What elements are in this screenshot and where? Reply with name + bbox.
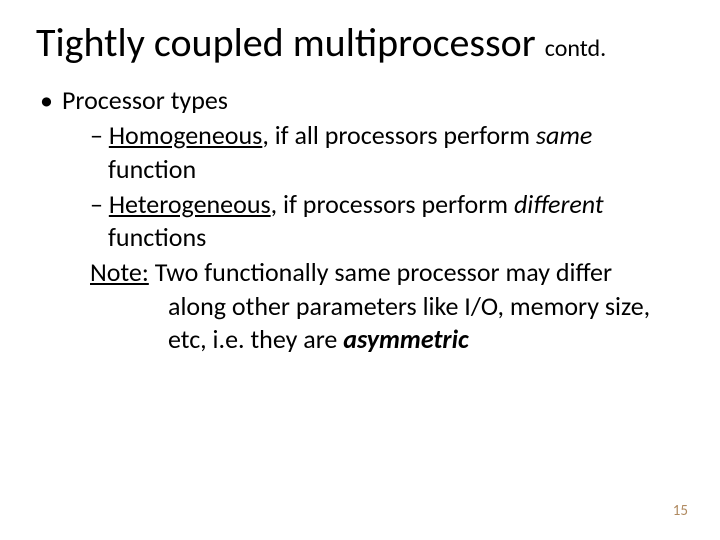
title-main: Tightly coupled multiprocessor [36,18,545,67]
slide: Tightly coupled multiprocessor contd. Pr… [0,0,720,540]
text: etc, i.e. they are [168,323,343,355]
word-asymmetric: asymmetric [343,323,468,355]
bullet-processor-types: Processor types – Homogeneous, if all pr… [40,84,684,356]
text: function [108,153,196,185]
note-label: Note: [90,256,149,288]
page-number: 15 [673,502,688,520]
bullet-list: Processor types – Homogeneous, if all pr… [36,84,684,356]
slide-title: Tightly coupled multiprocessor contd. [36,20,684,66]
dash: – [90,119,109,151]
word-same: same [536,119,592,151]
term-homogeneous: Homogeneous [109,119,263,151]
title-suffix: contd. [545,34,606,63]
note-line2b: etc, i.e. they are asymmetric [168,323,684,356]
word-different: different [514,188,604,220]
term-heterogeneous: Heterogeneous [109,188,271,220]
bullet-text: Processor types [62,84,228,116]
sub-list: – Homogeneous, if all processors perform… [62,119,684,356]
dash: – [90,188,109,220]
note-line2a: along other parameters like I/O, memory … [168,290,684,323]
text: functions [108,221,206,253]
text: , if processors perform [271,188,514,220]
text: , if all processors perform [262,119,536,151]
sub-homogeneous: – Homogeneous, if all processors perform… [108,119,684,186]
sub-heterogeneous: – Heterogeneous, if processors perform d… [108,188,684,255]
note-line1: Two functionally same processor may diff… [149,256,612,288]
note-block: Note: Two functionally same processor ma… [108,256,684,356]
